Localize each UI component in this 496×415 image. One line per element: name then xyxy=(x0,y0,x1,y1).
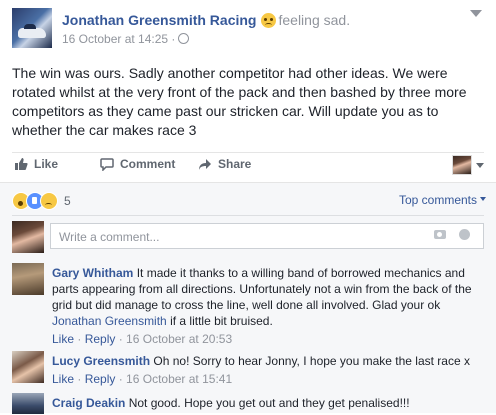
comment-time[interactable]: 16 October at 15:41 xyxy=(126,372,232,386)
post-title: Jonathan Greensmith Racing feeling sad. xyxy=(62,12,350,28)
share-arrow-icon xyxy=(199,159,211,170)
share-label: Share xyxy=(218,157,252,171)
viewer-switch[interactable] xyxy=(452,155,484,175)
thumbs-up-icon xyxy=(15,158,28,170)
comment-time[interactable]: 16 October at 20:53 xyxy=(126,332,232,346)
comments-section: 5 Top comments Write a comment... Gary W… xyxy=(0,182,496,415)
comment-like-link[interactable]: Like xyxy=(52,332,74,346)
reactions-summary[interactable]: 5 xyxy=(12,192,71,210)
comment-reply-link[interactable]: Reply xyxy=(85,332,116,346)
comment-text: Not good. Hope you get out and they get … xyxy=(128,396,410,410)
commenter-name[interactable]: Gary Whitham xyxy=(52,266,133,280)
post-actions-bar: Like Comment Share xyxy=(12,152,484,177)
comment-input[interactable]: Write a comment... xyxy=(50,223,484,249)
sticker-icon[interactable] xyxy=(459,229,470,240)
post-timestamp[interactable]: 16 October at 14:25 xyxy=(62,32,168,46)
caret-down-icon xyxy=(476,162,484,168)
mention-link[interactable]: Jonathan Greensmith xyxy=(52,314,167,328)
post-meta: 16 October at 14:25 · xyxy=(62,32,190,46)
reaction-count: 5 xyxy=(64,194,71,208)
comment-body: Lucy Greensmith Oh no! Sorry to hear Jon… xyxy=(52,353,484,387)
sad-emoji-icon xyxy=(261,13,277,28)
commenter-name[interactable]: Craig Deakin xyxy=(52,396,125,410)
viewer-avatar xyxy=(452,155,472,175)
commenter-name[interactable]: Lucy Greensmith xyxy=(52,354,150,368)
comment-actions: Like · Reply · 16 October at 20:53 xyxy=(52,332,233,346)
comment-label: Comment xyxy=(120,157,176,171)
page-name-link[interactable]: Jonathan Greensmith Racing xyxy=(62,12,256,28)
comment-like-link[interactable]: Like xyxy=(52,372,74,386)
comment-button[interactable]: Comment xyxy=(100,157,175,171)
comment-item: Craig Deakin Not good. Hope you get out … xyxy=(12,393,484,415)
divider xyxy=(12,215,484,216)
post-body: The win was ours. Sadly another competit… xyxy=(12,65,467,138)
comment-sort-label: Top comments xyxy=(398,193,477,207)
comment-composer: Write a comment... xyxy=(12,221,484,255)
page-avatar[interactable] xyxy=(12,8,52,48)
comment-icon xyxy=(100,158,114,171)
comment-actions: Like · Reply · 16 October at 15:41 xyxy=(52,372,233,386)
comment-sort-dropdown[interactable]: Top comments xyxy=(399,193,486,207)
comment-text-after: if a little bit bruised. xyxy=(170,314,273,328)
globe-icon xyxy=(178,33,190,44)
meta-separator: · xyxy=(171,32,176,46)
sort-caret-icon xyxy=(480,197,486,201)
commenter-avatar[interactable] xyxy=(12,393,44,414)
comment-text: Oh no! Sorry to hear Jonny, I hope you m… xyxy=(153,354,470,368)
sad-reaction-icon xyxy=(40,192,58,210)
commenter-avatar[interactable] xyxy=(12,351,44,383)
like-button[interactable]: Like xyxy=(14,157,58,171)
share-button[interactable]: Share xyxy=(198,157,251,171)
camera-icon[interactable] xyxy=(434,230,446,239)
comment-body: Craig Deakin Not good. Hope you get out … xyxy=(52,395,484,411)
comment-reply-link[interactable]: Reply xyxy=(85,372,116,386)
post-options-chevron-icon[interactable] xyxy=(470,10,482,17)
like-label: Like xyxy=(34,157,59,171)
comment-item: Lucy Greensmith Oh no! Sorry to hear Jon… xyxy=(12,351,484,387)
feeling-text: feeling sad. xyxy=(278,12,351,28)
comment-item: Gary Whitham It made it thanks to a will… xyxy=(12,263,484,347)
comment-body: Gary Whitham It made it thanks to a will… xyxy=(52,265,484,347)
race-car-image xyxy=(18,24,46,38)
post-header: Jonathan Greensmith Racing feeling sad. 1… xyxy=(12,8,486,48)
composer-avatar xyxy=(12,221,44,253)
commenter-avatar[interactable] xyxy=(12,263,44,295)
